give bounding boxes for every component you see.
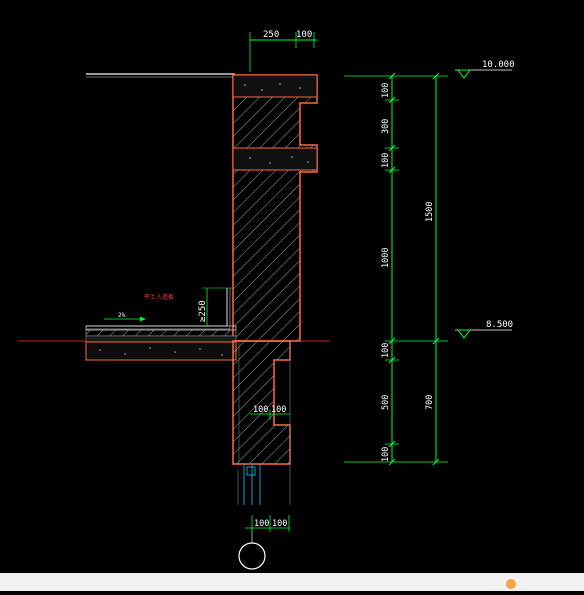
mid-dim-100-b: 100	[271, 405, 286, 415]
lower-beam	[232, 340, 291, 465]
vdim-500: 500	[381, 395, 391, 410]
vdim-100-top: 100	[381, 83, 391, 98]
mid-beam	[232, 147, 318, 171]
red-annotation: 平土人造板	[144, 293, 174, 301]
bottom-dimension: 100 100	[245, 515, 290, 532]
top-beam	[232, 74, 318, 98]
slope-label: 2%	[118, 312, 126, 319]
axis-bubble	[238, 542, 266, 570]
elevation-mid-label: 8.500	[486, 320, 513, 330]
parapet-section-drawing: 250 100 100 100 100 100 ≥250 平土人造板 2% 10…	[18, 30, 515, 570]
elevation-top-label: 10.000	[482, 60, 515, 70]
cad-drawing-canvas[interactable]: 250 100 100 100 100 100 ≥250 平土人造板 2% 10…	[0, 0, 584, 591]
slope-arrow: 2%	[104, 312, 146, 322]
bottom-dim-100-b: 100	[272, 519, 287, 529]
vdim-700: 700	[425, 395, 435, 410]
top-dim-100: 100	[296, 30, 312, 40]
status-bar	[0, 573, 584, 591]
parapet-wall	[232, 74, 318, 342]
vertical-dimension-chain: 100 300 100 1000 100 500 100 1500 700	[344, 72, 448, 466]
vdim-100-lower: 100	[381, 343, 391, 358]
vdim-100-bottom: 100	[381, 447, 391, 462]
top-dimension: 250 100	[249, 30, 317, 72]
mid-dim-100-a: 100	[253, 405, 268, 415]
top-dim-250: 250	[263, 30, 279, 40]
upturn-dim-label: ≥250	[198, 300, 208, 322]
vdim-100-mid: 100	[381, 153, 391, 168]
vdim-1500: 1500	[425, 202, 435, 222]
vdim-300: 300	[381, 119, 391, 134]
elevation-marker-mid: 8.500	[455, 320, 513, 339]
elevation-marker-top: 10.000	[455, 60, 515, 79]
status-bar-indicator	[506, 579, 516, 589]
bottom-dim-100-a: 100	[254, 519, 269, 529]
vdim-1000: 1000	[381, 248, 391, 268]
